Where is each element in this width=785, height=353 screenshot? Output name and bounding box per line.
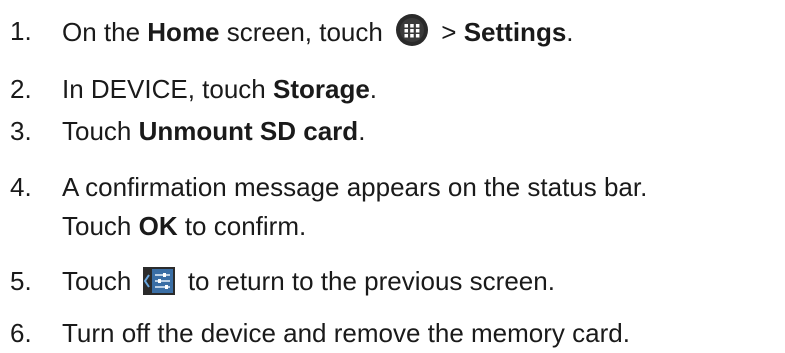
- step-text: Touch to return to the previous screen.: [62, 264, 555, 298]
- step-text-part: Touch: [62, 266, 139, 296]
- unmount-sd-card-term: Unmount SD card: [138, 116, 359, 146]
- step-text-line-1: A confirmation message appears on the st…: [62, 172, 648, 202]
- step-text-part: On the: [62, 17, 148, 47]
- settings-back-icon: [142, 267, 175, 295]
- step-text-part: to return to the previous screen.: [180, 266, 555, 296]
- apps-grid-icon: [396, 14, 429, 46]
- step-text: Turn off the device and remove the memor…: [62, 318, 630, 348]
- storage-term: Storage: [272, 74, 370, 104]
- step-text: In DEVICE, touch Storage.: [62, 72, 377, 106]
- step-text-part: to confirm.: [177, 211, 307, 241]
- step-text: On the Home screen, touch > Settings.: [62, 14, 574, 49]
- settings-term: Settings: [463, 17, 567, 47]
- step-text-part: .: [566, 17, 574, 47]
- step-text-part: In DEVICE, touch: [62, 74, 273, 104]
- step-number: 1.: [10, 16, 32, 46]
- step-text-part: .: [358, 116, 366, 146]
- step-text: Touch Unmount SD card.: [62, 114, 365, 148]
- step-text-part: >: [434, 17, 464, 47]
- step-text-part: screen, touch: [219, 17, 391, 47]
- step-number: 5.: [10, 266, 32, 296]
- step-number: 6.: [10, 318, 32, 348]
- step-number: 2.: [10, 74, 32, 104]
- step-number: 3.: [10, 116, 32, 146]
- instruction-steps: 1. On the Home screen, touch > Settings.…: [0, 0, 785, 353]
- step-number: 4.: [10, 172, 32, 202]
- home-term: Home: [147, 17, 220, 47]
- step-text-part: Touch: [62, 211, 139, 241]
- step-text-part: Touch: [62, 116, 139, 146]
- step-text-line-2: Touch OK to confirm.: [62, 209, 306, 243]
- ok-term: OK: [138, 211, 178, 241]
- step-text-part: .: [369, 74, 378, 104]
